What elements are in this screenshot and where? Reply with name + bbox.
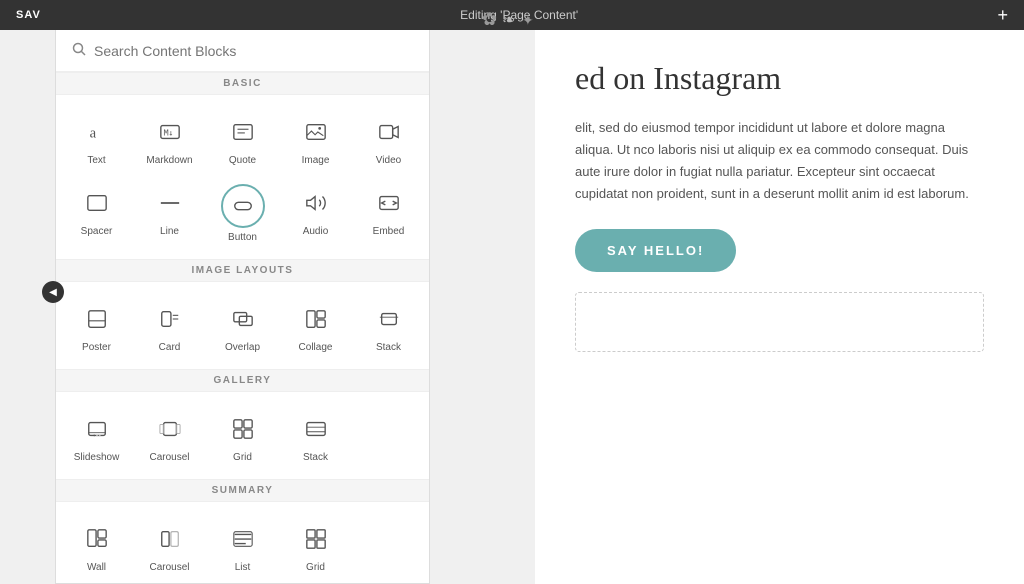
block-list[interactable]: List [206,510,279,581]
poster-icon [78,300,116,338]
block-card-label: Card [159,342,181,353]
block-spacer-label: Spacer [81,226,113,237]
block-slideshow[interactable]: Slideshow [60,400,133,471]
block-image[interactable]: Image [279,103,352,174]
image-icon [297,113,335,151]
text-icon: a [78,113,116,151]
block-stack-image[interactable]: Stack [352,290,425,361]
block-video[interactable]: Video [352,103,425,174]
block-button[interactable]: Button [206,174,279,251]
block-text-label: Text [87,155,105,166]
embed-icon [370,184,408,222]
block-list-label: List [235,562,251,573]
block-stack-gallery-label: Stack [303,452,328,463]
block-image-label: Image [302,155,330,166]
grid-gallery-icon [224,410,262,448]
block-text[interactable]: a Text [60,103,133,174]
section-header-summary: SUMMARY [56,479,429,502]
page-paragraph: elit, sed do eiusmod tempor incididunt u… [575,117,984,205]
block-collage-label: Collage [299,342,333,353]
button-icon [221,184,265,228]
block-wall-label: Wall [87,562,106,573]
block-carousel-summary-label: Carousel [149,562,189,573]
block-card[interactable]: Card [133,290,206,361]
quote-icon [224,113,262,151]
block-spacer[interactable]: Spacer [60,174,133,251]
section-header-gallery: GALLERY [56,369,429,392]
svg-text:✦: ✦ [522,14,534,29]
block-slideshow-label: Slideshow [74,452,120,463]
spacer-icon [78,184,116,222]
collage-icon [297,300,335,338]
block-grid-summary[interactable]: Grid [279,510,352,581]
video-icon [370,113,408,151]
block-embed[interactable]: Embed [352,174,425,251]
basic-grid: a Text M↓ Markdown Quote Image [56,95,429,259]
grid-summary-icon [297,520,335,558]
wall-icon [78,520,116,558]
block-overlap-label: Overlap [225,342,260,353]
block-overlap[interactable]: Overlap [206,290,279,361]
search-bar [56,30,429,72]
block-line-label: Line [160,226,179,237]
stack-gallery-icon [297,410,335,448]
block-grid-summary-label: Grid [306,562,325,573]
add-block-button[interactable]: + [997,5,1008,26]
block-collage[interactable]: Collage [279,290,352,361]
block-stack-image-label: Stack [376,342,401,353]
block-wall[interactable]: Wall [60,510,133,581]
block-carousel-summary[interactable]: Carousel [133,510,206,581]
block-poster[interactable]: Poster [60,290,133,361]
summary-grid: Wall Carousel List Grid [56,502,429,584]
carousel-summary-icon [151,520,189,558]
block-grid-gallery-label: Grid [233,452,252,463]
block-markdown-label: Markdown [146,155,192,166]
block-carousel-gallery-label: Carousel [149,452,189,463]
gallery-grid: Slideshow Carousel Grid Stack [56,392,429,479]
sidebar-toggle[interactable]: ◀ [42,281,64,303]
save-label[interactable]: SAV [16,9,41,21]
block-embed-label: Embed [373,226,405,237]
svg-text:✿: ✿ [482,9,497,29]
block-markdown[interactable]: M↓ Markdown [133,103,206,174]
block-carousel-gallery[interactable]: Carousel [133,400,206,471]
logo-area: ✿ ❧ ✦ [452,0,572,40]
block-video-label: Video [376,155,401,166]
block-audio[interactable]: Audio [279,174,352,251]
svg-text:M↓: M↓ [163,128,173,138]
line-icon [151,184,189,222]
logo-icon: ✿ ❧ ✦ [472,5,552,35]
content-blocks-panel: BASIC a Text M↓ Markdown Quote [55,30,430,584]
markdown-icon: M↓ [151,113,189,151]
search-input[interactable] [94,43,413,59]
page-heading: ed on Instagram [575,60,984,97]
image-layouts-grid: Poster Card Overlap Collage [56,282,429,369]
block-quote-label: Quote [229,155,256,166]
slideshow-icon [78,410,116,448]
overlap-icon [224,300,262,338]
audio-icon [297,184,335,222]
carousel-gallery-icon [151,410,189,448]
list-icon [224,520,262,558]
cta-button[interactable]: SAY HELLO! [575,229,736,272]
block-poster-label: Poster [82,342,111,353]
search-icon [72,42,86,59]
page-content: ed on Instagram elit, sed do eiusmod tem… [535,30,1024,584]
svg-text:❧: ❧ [502,12,515,29]
section-header-basic: BASIC [56,72,429,95]
block-quote[interactable]: Quote [206,103,279,174]
svg-text:a: a [89,126,96,142]
section-header-image-layouts: IMAGE LAYOUTS [56,259,429,282]
block-line[interactable]: Line [133,174,206,251]
block-stack-gallery[interactable]: Stack [279,400,352,471]
stack-image-icon [370,300,408,338]
block-button-label: Button [228,232,257,243]
card-icon [151,300,189,338]
content-section-border [575,292,984,352]
block-audio-label: Audio [303,226,329,237]
block-grid-gallery[interactable]: Grid [206,400,279,471]
